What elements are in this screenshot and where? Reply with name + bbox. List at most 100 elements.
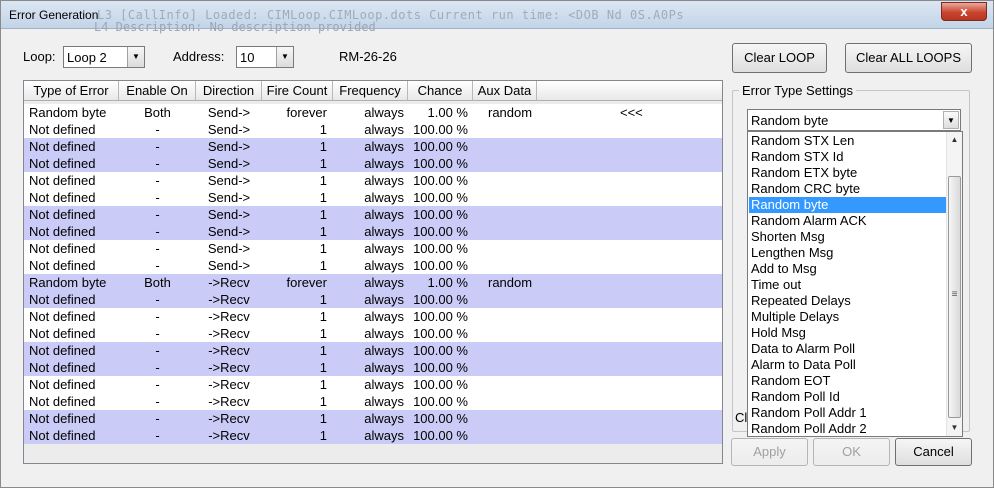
cell-type: Not defined xyxy=(29,360,96,375)
dropdown-option[interactable]: Random Poll Id xyxy=(749,389,946,405)
col-fire-count[interactable]: Fire Count xyxy=(262,81,333,101)
cell-enable: - xyxy=(155,258,160,273)
ok-button[interactable]: OK xyxy=(813,438,890,466)
dropdown-option[interactable]: Random EOT xyxy=(749,373,946,389)
cell-fire: 1 xyxy=(319,258,327,273)
cell-type: Not defined xyxy=(29,139,96,154)
error-type-select[interactable]: Random byte ▼ xyxy=(747,109,961,131)
cell-fire: 1 xyxy=(319,207,327,222)
table-row[interactable]: Not defined - Send-> 1 always 100.00 % xyxy=(24,172,722,189)
cell-type: Random byte xyxy=(29,275,107,290)
cell-freq: always xyxy=(364,105,404,120)
cell-dir: Send-> xyxy=(207,241,251,256)
cell-enable: - xyxy=(155,360,160,375)
cell-aux xyxy=(488,376,558,393)
chevron-down-icon[interactable]: ▼ xyxy=(276,47,293,67)
table-row[interactable]: Not defined - Send-> 1 always 100.00 % xyxy=(24,223,722,240)
dropdown-option[interactable]: Repeated Delays xyxy=(749,293,946,309)
dropdown-option[interactable]: Random STX Id xyxy=(749,149,946,165)
clear-loop-button[interactable]: Clear LOOP xyxy=(732,43,827,73)
cell-dir: ->Recv xyxy=(208,360,250,375)
cell-enable: - xyxy=(155,292,160,307)
cell-aux xyxy=(488,359,558,376)
cell-marker xyxy=(620,257,650,274)
dropdown-option[interactable]: Random STX Len xyxy=(749,133,946,149)
col-enable-on[interactable]: Enable On xyxy=(119,81,196,101)
dropdown-option[interactable]: Hold Msg xyxy=(749,325,946,341)
table-row[interactable]: Not defined - Send-> 1 always 100.00 % xyxy=(24,121,722,138)
cell-type: Not defined xyxy=(29,292,96,307)
dropdown-option[interactable]: Random ETX byte xyxy=(749,165,946,181)
dropdown-option[interactable]: Lengthen Msg xyxy=(749,245,946,261)
cell-enable: - xyxy=(155,343,160,358)
dropdown-option[interactable]: Alarm to Data Poll xyxy=(749,357,946,373)
cell-aux xyxy=(488,223,558,240)
close-button[interactable]: x xyxy=(941,2,987,21)
table-row[interactable]: Not defined - Send-> 1 always 100.00 % xyxy=(24,257,722,274)
error-table[interactable]: Type of Error Enable On Direction Fire C… xyxy=(23,80,723,464)
cell-chance: 100.00 % xyxy=(413,139,468,154)
table-row[interactable]: Not defined - ->Recv 1 always 100.00 % xyxy=(24,376,722,393)
dropdown-option[interactable]: Shorten Msg xyxy=(749,229,946,245)
dropdown-option[interactable]: Time out xyxy=(749,277,946,293)
table-row[interactable]: Not defined - Send-> 1 always 100.00 % xyxy=(24,138,722,155)
table-row[interactable]: Not defined - Send-> 1 always 100.00 % xyxy=(24,206,722,223)
scroll-thumb[interactable]: ≡ xyxy=(948,176,961,418)
dropdown-option[interactable]: Random Poll Addr 1 xyxy=(749,405,946,421)
cancel-button[interactable]: Cancel xyxy=(895,438,972,466)
dropdown-option[interactable]: Random Alarm ACK xyxy=(749,213,946,229)
dropdown-option[interactable]: Random CRC byte xyxy=(749,181,946,197)
dropdown-option[interactable]: Random Poll Addr 2 xyxy=(749,421,946,436)
col-chance[interactable]: Chance xyxy=(408,81,473,101)
dropdown-option[interactable]: Add to Msg xyxy=(749,261,946,277)
dropdown-option[interactable]: Data to Alarm Poll xyxy=(749,341,946,357)
col-aux-data[interactable]: Aux Data xyxy=(473,81,537,101)
error-type-dropdown-list[interactable]: ▲ ≡ ▼ Random STX Len Random STX Id Random … xyxy=(747,131,963,437)
cell-freq: always xyxy=(364,173,404,188)
table-row[interactable]: Not defined - Send-> 1 always 100.00 % xyxy=(24,155,722,172)
loop-select[interactable]: Loop 2 ▼ xyxy=(63,46,145,68)
table-row[interactable]: Not defined - ->Recv 1 always 100.00 % xyxy=(24,308,722,325)
cell-enable: - xyxy=(155,428,160,443)
scroll-up-icon[interactable]: ▲ xyxy=(947,132,962,148)
col-direction[interactable]: Direction xyxy=(196,81,262,101)
table-row[interactable]: Random byte Both ->Recv forever always 1.00 %… xyxy=(24,274,722,291)
cell-marker xyxy=(620,359,650,376)
cell-marker xyxy=(620,342,650,359)
clear-all-loops-button[interactable]: Clear ALL LOOPS xyxy=(845,43,972,73)
table-row[interactable]: Random byte Both Send-> forever always 1.00 %… xyxy=(24,104,722,121)
dropdown-option[interactable]: Multiple Delays xyxy=(749,309,946,325)
apply-button[interactable]: Apply xyxy=(731,438,808,466)
cell-chance: 100.00 % xyxy=(413,377,468,392)
table-row[interactable]: Not defined - Send-> 1 always 100.00 % xyxy=(24,240,722,257)
cell-fire: 1 xyxy=(319,411,327,426)
cell-dir: ->Recv xyxy=(208,377,250,392)
cell-marker xyxy=(620,274,650,291)
address-select[interactable]: 10 ▼ xyxy=(236,46,294,68)
table-row[interactable]: Not defined - ->Recv 1 always 100.00 % xyxy=(24,410,722,427)
dropdown-option[interactable]: Random byte xyxy=(749,197,946,213)
scroll-down-icon[interactable]: ▼ xyxy=(947,420,962,436)
dropdown-scrollbar[interactable]: ▲ ≡ ▼ xyxy=(946,132,962,436)
cell-type: Not defined xyxy=(29,241,96,256)
chevron-down-icon[interactable]: ▼ xyxy=(943,111,959,129)
cell-fire: 1 xyxy=(319,360,327,375)
chevron-down-icon[interactable]: ▼ xyxy=(127,47,144,67)
cell-freq: always xyxy=(364,258,404,273)
col-frequency[interactable]: Frequency xyxy=(333,81,408,101)
table-row[interactable]: Not defined - ->Recv 1 always 100.00 % xyxy=(24,342,722,359)
cell-type: Not defined xyxy=(29,377,96,392)
table-row[interactable]: Not defined - ->Recv 1 always 100.00 % xyxy=(24,325,722,342)
cell-type: Not defined xyxy=(29,394,96,409)
table-row[interactable]: Not defined - ->Recv 1 always 100.00 % xyxy=(24,393,722,410)
cell-freq: always xyxy=(364,275,404,290)
table-row[interactable]: Not defined - ->Recv 1 always 100.00 % xyxy=(24,359,722,376)
table-row[interactable]: Not defined - ->Recv 1 always 100.00 % xyxy=(24,291,722,308)
table-row[interactable]: Not defined - ->Recv 1 always 100.00 % xyxy=(24,427,722,444)
table-row[interactable]: Not defined - Send-> 1 always 100.00 % xyxy=(24,189,722,206)
cell-aux xyxy=(488,206,558,223)
col-type-of-error[interactable]: Type of Error xyxy=(24,81,119,101)
cell-aux xyxy=(488,189,558,206)
cell-enable: - xyxy=(155,207,160,222)
cell-enable: Both xyxy=(144,105,171,120)
